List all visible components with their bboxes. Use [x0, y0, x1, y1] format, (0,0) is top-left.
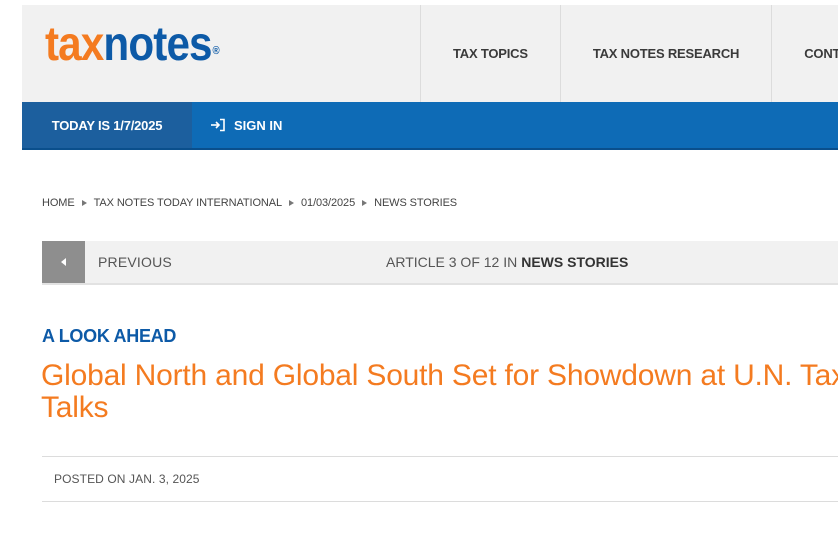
divider [42, 501, 838, 502]
taxnotes-logo[interactable]: taxnotes® [45, 17, 220, 73]
sign-in-link[interactable]: SIGN IN [210, 102, 282, 148]
nav-tax-topics[interactable]: TAX TOPICS [420, 5, 560, 102]
breadcrumb-arrow-icon [81, 200, 87, 206]
chevron-left-icon [61, 258, 66, 266]
breadcrumb-publication[interactable]: TAX NOTES TODAY INTERNATIONAL [94, 197, 283, 209]
site-header: taxnotes® TAX TOPICS TAX NOTES RESEARCH … [22, 0, 838, 102]
breadcrumb-home[interactable]: HOME [42, 197, 75, 209]
utility-bar: TODAY IS 1/7/2025 SIGN IN [22, 102, 838, 150]
previous-arrow-button[interactable] [42, 241, 85, 283]
logo-notes: notes [103, 18, 212, 71]
breadcrumb-arrow-icon [362, 200, 368, 206]
nav-contributors[interactable]: CONT [771, 5, 838, 102]
article-headline: Global North and Global South Set for Sh… [41, 359, 838, 424]
article-navigation: PREVIOUS ARTICLE 3 OF 12 IN NEWS STORIES [42, 241, 838, 285]
divider [42, 456, 838, 457]
sign-in-icon [211, 118, 225, 132]
previous-link[interactable]: PREVIOUS [98, 241, 172, 283]
today-date: TODAY IS 1/7/2025 [22, 102, 192, 148]
main-nav: TAX TOPICS TAX NOTES RESEARCH CONT [420, 5, 838, 102]
breadcrumb-section[interactable]: NEWS STORIES [374, 197, 457, 209]
article-count-section[interactable]: NEWS STORIES [521, 254, 628, 270]
breadcrumb-arrow-icon [289, 200, 295, 206]
breadcrumb: HOME TAX NOTES TODAY INTERNATIONAL 01/03… [42, 197, 457, 209]
article-count: ARTICLE 3 OF 12 IN NEWS STORIES [386, 241, 628, 283]
article-kicker: A LOOK AHEAD [42, 326, 177, 346]
breadcrumb-issue-date[interactable]: 01/03/2025 [301, 197, 355, 209]
article-count-prefix: ARTICLE 3 OF 12 IN [386, 254, 518, 270]
nav-tax-notes-research[interactable]: TAX NOTES RESEARCH [559, 5, 771, 102]
sign-in-label: SIGN IN [234, 117, 283, 133]
posted-date: POSTED ON JAN. 3, 2025 [54, 472, 200, 486]
logo-tax: tax [45, 18, 104, 71]
page: taxnotes® TAX TOPICS TAX NOTES RESEARCH … [0, 0, 838, 558]
logo-registered-mark: ® [212, 45, 220, 57]
